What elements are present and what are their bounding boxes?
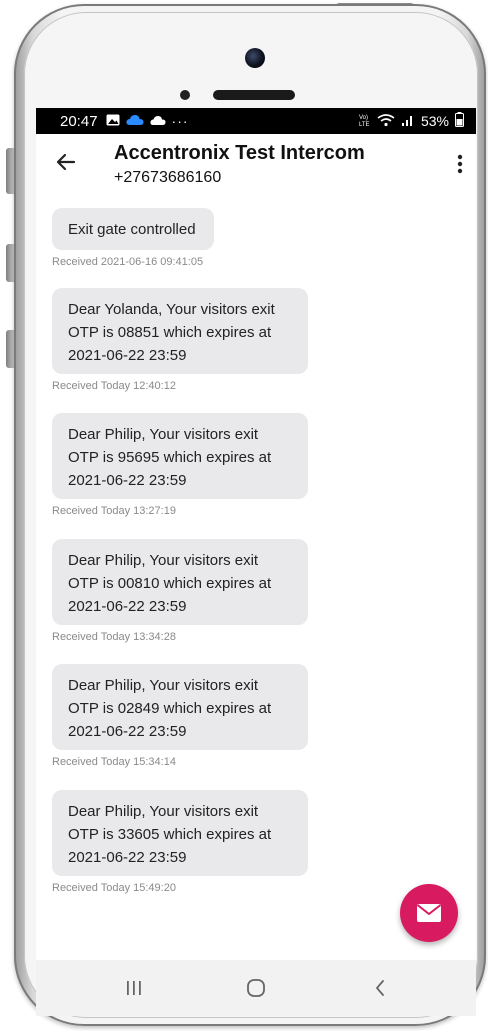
bixby-button	[6, 330, 14, 368]
back-button[interactable]	[52, 148, 80, 176]
message-text-line: 2021-06-22 23:59	[68, 347, 187, 364]
device-mockup: 20:47 ··· Vo) LTE 53% Accentronix Test I…	[0, 0, 488, 1031]
status-right-icons: Vo) LTE 53%	[359, 108, 464, 134]
message-text-line: OTP is 95695 which expires at	[68, 449, 272, 466]
volte-icon: Vo) LTE	[359, 113, 371, 130]
message-bubble[interactable]: Dear Philip, Your visitors exit OTP is 0…	[52, 664, 308, 750]
wifi-icon	[377, 113, 395, 130]
envelope-icon	[416, 904, 442, 922]
compose-message-button[interactable]	[400, 884, 458, 942]
message-text-line: OTP is 08851 which expires at	[68, 324, 272, 341]
conversation-phone-number: +27673686160	[114, 169, 222, 186]
message-text-line: OTP is 33605 which expires at	[68, 826, 272, 843]
conversation-header: Accentronix Test Intercom +27673686160	[36, 134, 476, 194]
message-text-line: Dear Philip, Your visitors exit	[68, 552, 259, 569]
svg-text:Vo): Vo)	[359, 115, 368, 121]
status-time: 20:47	[60, 112, 98, 130]
status-bar: 20:47 ··· Vo) LTE 53%	[36, 108, 476, 134]
message-bubble[interactable]: Dear Philip, Your visitors exit OTP is 9…	[52, 413, 308, 499]
system-navigation-bar	[36, 960, 476, 1016]
recents-icon	[127, 981, 141, 995]
overflow-menu-button[interactable]	[454, 152, 466, 176]
message-bubble[interactable]: Dear Yolanda, Your visitors exit OTP is …	[52, 288, 308, 374]
message-text-line: 2021-06-22 23:59	[68, 598, 187, 615]
front-camera	[245, 48, 265, 68]
battery-percent: 53%	[420, 113, 449, 129]
cloud-icon	[125, 113, 144, 129]
cloud-upload-icon	[149, 113, 166, 129]
back-icon	[376, 980, 384, 996]
message-text-line: Dear Philip, Your visitors exit	[68, 677, 259, 694]
phone-screen: 20:47 ··· Vo) LTE 53% Accentronix Test I…	[36, 108, 476, 1016]
home-icon	[247, 979, 265, 997]
status-left-icons: ···	[106, 113, 189, 129]
message-text-line: 2021-06-22 23:59	[68, 723, 187, 740]
system-back-button[interactable]	[360, 970, 400, 1006]
gallery-icon	[106, 113, 120, 129]
home-button[interactable]	[236, 970, 276, 1006]
volume-up-button	[6, 148, 14, 194]
message-text-line: Dear Philip, Your visitors exit	[68, 803, 259, 820]
more-vert-icon	[457, 154, 463, 174]
message-timestamp: Received Today 13:27:19	[52, 505, 176, 517]
message-item: Exit gate controlled Received 2021-06-16…	[52, 208, 214, 268]
recents-button[interactable]	[114, 970, 154, 1006]
message-timestamp: Received Today 15:34:14	[52, 756, 176, 768]
message-text-line: OTP is 00810 which expires at	[68, 575, 272, 592]
arrow-left-icon	[56, 153, 76, 171]
message-timestamp: Received 2021-06-16 09:41:05	[52, 256, 204, 268]
message-bubble[interactable]: Exit gate controlled	[52, 208, 214, 250]
message-item: Dear Philip, Your visitors exit OTP is 3…	[52, 790, 308, 894]
message-item: Dear Philip, Your visitors exit OTP is 9…	[52, 413, 308, 517]
message-item: Dear Philip, Your visitors exit OTP is 0…	[52, 539, 308, 643]
message-item: Dear Philip, Your visitors exit OTP is 0…	[52, 664, 308, 768]
message-text-line: OTP is 02849 which expires at	[68, 700, 272, 717]
message-timestamp: Received Today 13:34:28	[52, 631, 176, 643]
message-timestamp: Received Today 15:49:20	[52, 882, 176, 894]
svg-text:LTE: LTE	[359, 122, 370, 127]
message-text-line: Dear Philip, Your visitors exit	[68, 426, 259, 443]
message-bubble[interactable]: Dear Philip, Your visitors exit OTP is 0…	[52, 539, 308, 625]
message-timestamp: Received Today 12:40:12	[52, 380, 176, 392]
volume-down-button	[6, 244, 14, 282]
message-text-line: 2021-06-22 23:59	[68, 472, 187, 489]
battery-icon	[455, 112, 464, 130]
message-text-line: Dear Yolanda, Your visitors exit	[68, 301, 275, 318]
signal-icon	[401, 113, 415, 130]
more-icon: ···	[171, 113, 189, 129]
message-item: Dear Yolanda, Your visitors exit OTP is …	[52, 288, 308, 392]
conversation-title: Accentronix Test Intercom	[114, 142, 365, 164]
proximity-sensor	[180, 90, 190, 100]
message-text-line: 2021-06-22 23:59	[68, 849, 187, 866]
message-bubble[interactable]: Dear Philip, Your visitors exit OTP is 3…	[52, 790, 308, 876]
earpiece-speaker	[213, 90, 295, 100]
message-text-line: Exit gate controlled	[68, 221, 196, 238]
message-list[interactable]: Exit gate controlled Received 2021-06-16…	[36, 194, 476, 960]
